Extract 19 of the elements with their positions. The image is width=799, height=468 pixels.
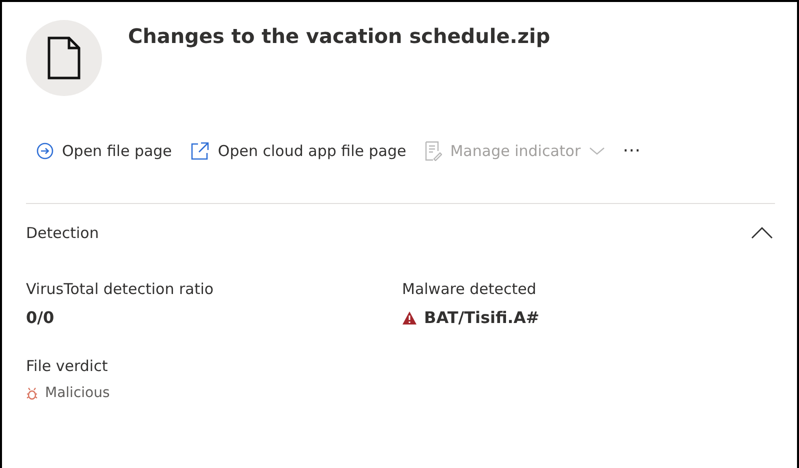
chevron-down-icon — [588, 146, 605, 156]
document-edit-icon — [424, 140, 442, 160]
field-label: VirusTotal detection ratio — [26, 280, 215, 298]
malware-name: BAT/Tisifi.A# — [424, 308, 540, 327]
more-button[interactable]: ⋯ — [622, 140, 642, 161]
field-label: File verdict — [26, 357, 109, 375]
arrow-circle-icon — [36, 142, 54, 160]
external-link-icon — [190, 140, 210, 160]
collapse-caret-icon[interactable] — [751, 227, 773, 239]
section-title: Detection — [26, 224, 99, 242]
open-file-page-button[interactable]: Open file page — [36, 142, 172, 160]
field-value: 0/0 — [26, 308, 56, 327]
warning-icon — [402, 310, 417, 324]
document-icon — [47, 36, 81, 80]
file-title: Changes to the vacation schedule.zip — [128, 24, 550, 48]
verdict-value: Malicious — [45, 385, 110, 401]
open-cloud-app-button[interactable]: Open cloud app file page — [190, 140, 406, 160]
field-label: Malware detected — [402, 280, 538, 298]
bug-icon — [26, 386, 38, 400]
